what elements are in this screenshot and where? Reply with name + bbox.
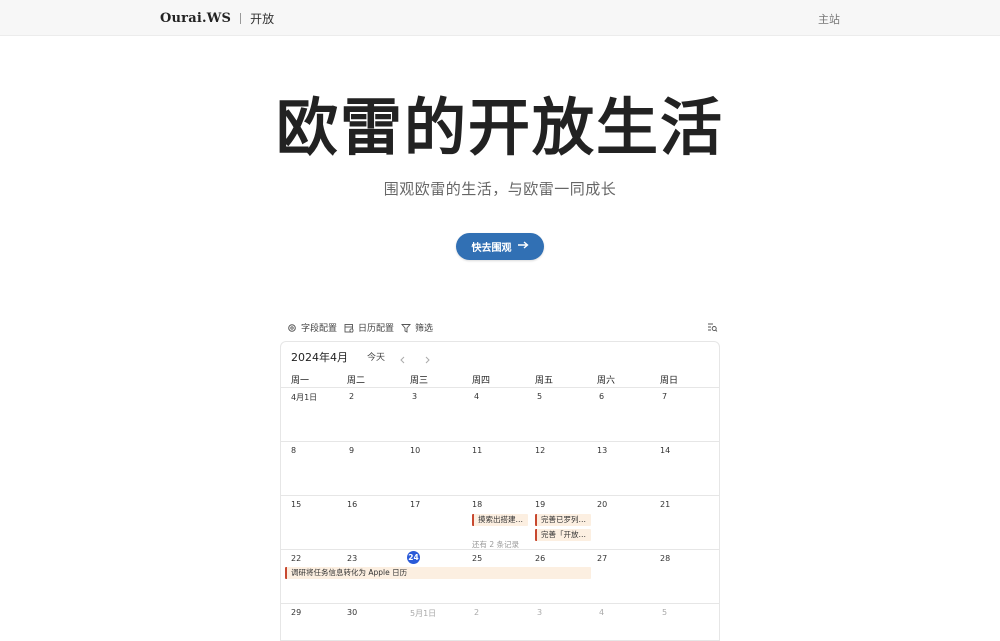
day-cell[interactable]: 14	[660, 446, 670, 455]
calendar-week: 22 23 24 25 26 27 28 调研将任务信息转化为 Apple 日历	[281, 550, 719, 604]
weekday-sat: 周六	[597, 376, 616, 386]
day-cell[interactable]: 16	[347, 500, 357, 509]
day-cell[interactable]: 11	[472, 446, 482, 455]
calendar: 2024年4月 今天 周一 周二 周三 周四 周五 周六 周日 4月1日 2 3…	[280, 341, 720, 641]
search-list-icon[interactable]	[707, 322, 718, 333]
day-cell[interactable]: 26	[535, 554, 545, 563]
home-link[interactable]: 主站	[818, 11, 840, 27]
day-cell[interactable]: 28	[660, 554, 670, 563]
calendar-event[interactable]: 完善「开放…	[535, 529, 591, 541]
calendar-week: 4月1日 2 3 4 5 6 7	[281, 388, 719, 442]
weekday-sun: 周日	[660, 376, 679, 386]
today-button[interactable]: 今天	[367, 350, 385, 363]
day-cell[interactable]: 2	[349, 392, 354, 401]
weekday-mon: 周一	[291, 376, 310, 386]
day-cell[interactable]: 29	[291, 608, 301, 617]
brand[interactable]: Ourai.WS 开放	[160, 10, 274, 26]
day-cell[interactable]: 5月1日	[410, 608, 436, 619]
calendar-config-button[interactable]: 日历配置	[344, 321, 394, 334]
top-bar: Ourai.WS 开放 主站	[0, 0, 1000, 36]
day-cell[interactable]: 23	[347, 554, 357, 563]
weekday-tue: 周二	[347, 376, 366, 386]
calendar-month: 2024年4月	[291, 351, 348, 364]
page-subtitle: 围观欧雷的生活，与欧雷一同成长	[383, 180, 617, 198]
day-cell[interactable]: 9	[349, 446, 354, 455]
weekday-header: 周一 周二 周三 周四 周五 周六 周日	[281, 371, 719, 388]
field-config-label: 字段配置	[301, 324, 338, 334]
arrow-right-icon	[517, 241, 529, 252]
day-cell[interactable]: 7	[662, 392, 667, 401]
brand-name[interactable]: Ourai.WS	[160, 11, 231, 26]
day-cell[interactable]: 4月1日	[291, 392, 317, 403]
brand-section[interactable]: 开放	[250, 10, 274, 27]
filter-button[interactable]: 筛选	[401, 321, 433, 334]
calendar-config-label: 日历配置	[358, 324, 395, 334]
calendar-week: 15 16 17 18 19 20 21 摸索出搭建… 完善已罗列… 完善「开放…	[281, 496, 719, 550]
weekday-wed: 周三	[410, 376, 429, 386]
day-cell[interactable]: 17	[410, 500, 420, 509]
day-cell[interactable]: 4	[599, 608, 604, 617]
day-cell[interactable]: 20	[597, 500, 607, 509]
day-cell[interactable]: 13	[597, 446, 607, 455]
filter-label: 筛选	[415, 324, 434, 334]
page-title: 欧雷的开放生活	[275, 91, 724, 164]
day-cell[interactable]: 22	[291, 554, 301, 563]
weekday-thu: 周四	[472, 376, 491, 386]
weekday-fri: 周五	[535, 376, 554, 386]
day-cell[interactable]: 30	[347, 608, 357, 617]
chevron-right-icon[interactable]	[422, 350, 432, 364]
day-cell[interactable]: 3	[537, 608, 542, 617]
day-cell[interactable]: 10	[410, 446, 420, 455]
day-cell[interactable]: 2	[474, 608, 479, 617]
calendar-event[interactable]: 调研将任务信息转化为 Apple 日历	[285, 567, 591, 579]
field-config-button[interactable]: 字段配置	[287, 321, 337, 334]
calendar-week: 8 9 10 11 12 13 14	[281, 442, 719, 496]
day-cell[interactable]: 18	[472, 500, 482, 509]
day-cell[interactable]: 6	[599, 392, 604, 401]
cta-button[interactable]: 快去围观	[456, 233, 544, 260]
calendar-week: 29 30 5月1日 2 3 4 5	[281, 604, 719, 640]
calendar-settings-icon	[344, 323, 354, 333]
brand-divider	[240, 12, 242, 24]
day-cell[interactable]: 19	[535, 500, 545, 509]
filter-icon	[401, 323, 411, 333]
day-cell[interactable]: 27	[597, 554, 607, 563]
day-cell[interactable]: 8	[291, 446, 296, 455]
day-cell[interactable]: 4	[474, 392, 479, 401]
day-cell[interactable]: 5	[537, 392, 542, 401]
today-date-badge[interactable]: 24	[407, 551, 420, 564]
day-cell[interactable]: 21	[660, 500, 670, 509]
day-cell[interactable]: 12	[535, 446, 545, 455]
calendar-event[interactable]: 摸索出搭建…	[472, 514, 528, 526]
day-cell[interactable]: 5	[662, 608, 667, 617]
day-cell[interactable]: 3	[412, 392, 417, 401]
gear-icon	[288, 323, 296, 332]
calendar-event[interactable]: 完善已罗列…	[535, 514, 591, 526]
cta-label: 快去围观	[471, 243, 512, 254]
calendar-toolbar: 字段配置 日历配置 筛选	[282, 321, 720, 337]
chevron-left-icon[interactable]	[398, 350, 408, 364]
day-cell[interactable]: 15	[291, 500, 301, 509]
more-events-link[interactable]: 还有 2 条记录	[472, 539, 519, 550]
day-cell[interactable]: 25	[472, 554, 482, 563]
